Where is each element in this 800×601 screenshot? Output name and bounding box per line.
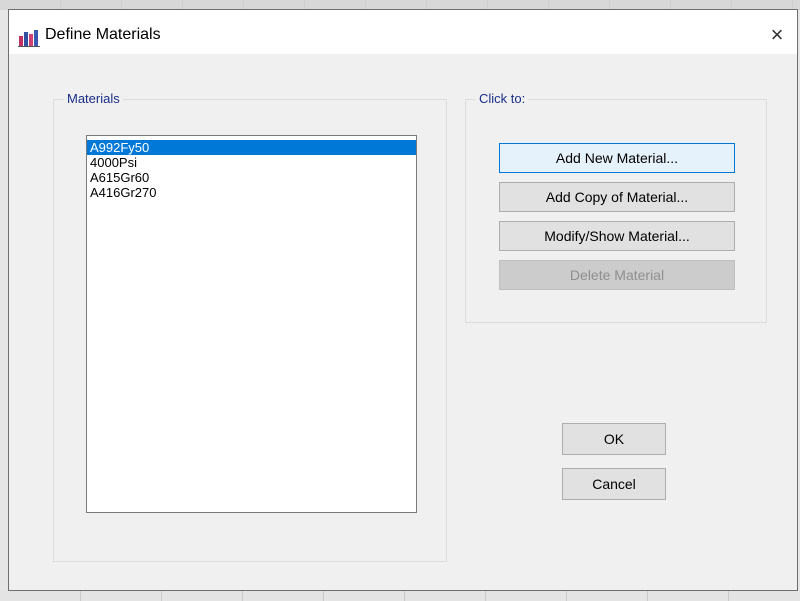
window-title: Define Materials <box>45 26 161 43</box>
click-to-group-label: Click to: <box>476 91 529 106</box>
dialog-body: Materials A992Fy50 4000Psi A615Gr60 A416Gr2… <box>9 54 797 590</box>
materials-listbox[interactable]: A992Fy50 4000Psi A615Gr60 A416Gr270 <box>86 135 417 513</box>
material-list-item[interactable]: 4000Psi <box>87 155 416 170</box>
add-new-material-button[interactable]: Add New Material... <box>499 143 735 173</box>
close-icon[interactable]: × <box>761 20 793 50</box>
material-list-item[interactable]: A992Fy50 <box>87 140 416 155</box>
click-to-group: Click to: Add New Material... Add Copy o… <box>465 91 767 323</box>
app-icon <box>18 29 40 47</box>
modify-show-material-button[interactable]: Modify/Show Material... <box>499 221 735 251</box>
material-list-item[interactable]: A615Gr60 <box>87 170 416 185</box>
define-materials-dialog: Define Materials × Materials A992Fy50 400… <box>8 9 798 591</box>
background-app-strip-bottom <box>0 590 800 601</box>
delete-material-button: Delete Material <box>499 260 735 290</box>
add-copy-of-material-button[interactable]: Add Copy of Material... <box>499 182 735 212</box>
ok-button[interactable]: OK <box>562 423 666 455</box>
cancel-button[interactable]: Cancel <box>562 468 666 500</box>
screen: Define Materials × Materials A992Fy50 400… <box>0 0 800 601</box>
title-bar: Define Materials × <box>9 10 797 54</box>
materials-list: A992Fy50 4000Psi A615Gr60 A416Gr270 <box>87 136 416 200</box>
materials-group: Materials A992Fy50 4000Psi A615Gr60 A416Gr2… <box>53 91 447 562</box>
material-list-item[interactable]: A416Gr270 <box>87 185 416 200</box>
materials-group-label: Materials <box>64 91 123 106</box>
